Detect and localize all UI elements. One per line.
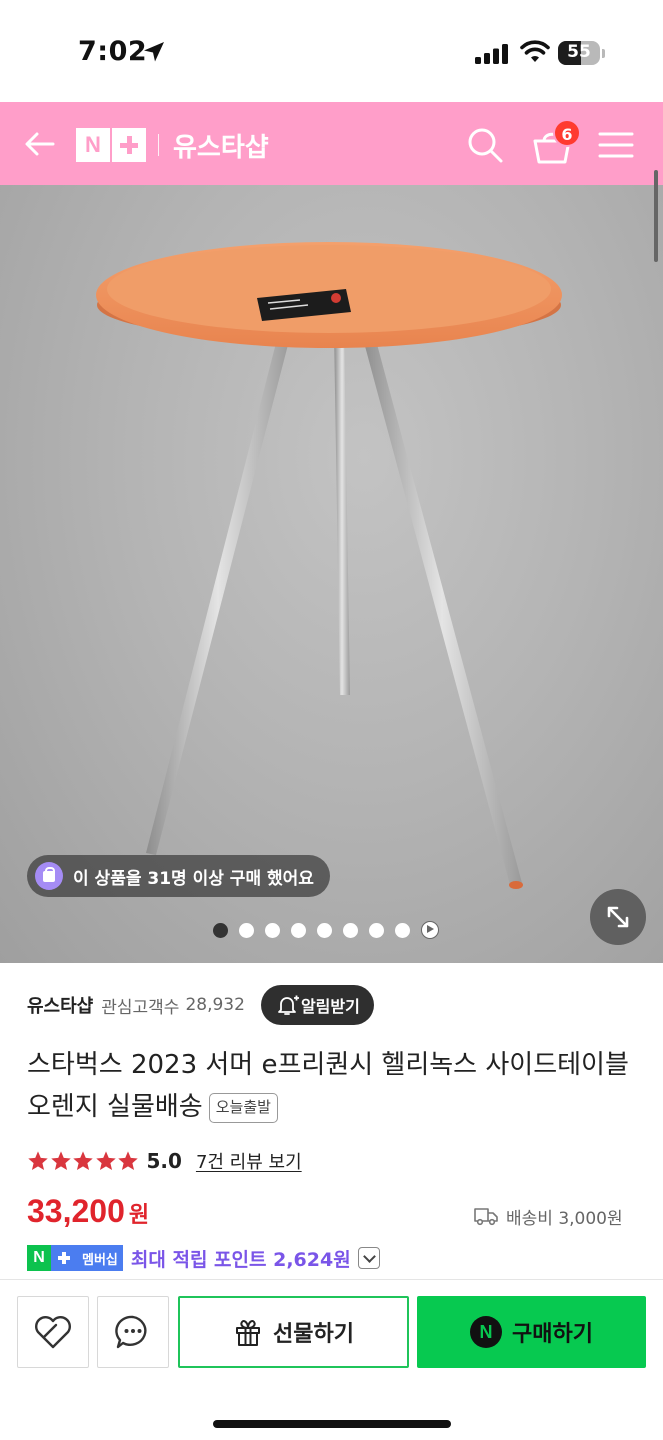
logo-n: N [76, 128, 110, 162]
image-pagination [213, 921, 450, 939]
location-arrow-icon [144, 42, 164, 62]
alarm-label: 알림받기 [300, 997, 360, 1016]
naver-plus-logo[interactable]: N [76, 128, 146, 162]
fans-label: 관심고객수 [101, 997, 180, 1018]
play-icon[interactable] [421, 921, 439, 939]
membership-label: 멤버십 [77, 1245, 123, 1271]
membership-n: N [27, 1245, 51, 1271]
battery-level: 55 [567, 42, 591, 62]
star-icon [50, 1151, 71, 1170]
star-icon [95, 1151, 116, 1170]
status-time: 7:02 [78, 36, 148, 67]
pagination-dot[interactable] [395, 922, 410, 938]
pagination-dot[interactable] [369, 922, 384, 938]
expand-icon[interactable] [590, 889, 646, 945]
cart-count-badge: 6 [553, 119, 581, 147]
price-currency: 원 [128, 1203, 150, 1228]
gift-button[interactable]: 선물하기 [178, 1296, 409, 1368]
today-shipping-badge: 오늘출발 [208, 1093, 278, 1123]
buy-label: 구매하기 [512, 1322, 593, 1347]
points-row: N 멤버십 최대 적립 포인트 2,624원 [27, 1244, 380, 1272]
price: 33,200 [27, 1193, 125, 1229]
signal-icon [475, 44, 508, 64]
membership-plus-icon [51, 1245, 77, 1271]
seller-row: 유스타샵 관심고객수 28,932 알림받기 [27, 985, 374, 1025]
bell-plus-icon [278, 995, 299, 1015]
product-title-text: 스타벅스 2023 서머 e프리퀀시 헬리녹스 사이드테이블 오렌지 실물배송 [27, 1050, 629, 1122]
status-bar: 7:02 55 [0, 0, 663, 102]
pagination-dot[interactable] [343, 922, 358, 938]
buy-button[interactable]: N 구매하기 [417, 1296, 646, 1368]
battery-icon: 55 [558, 41, 606, 66]
scrollbar[interactable] [654, 170, 658, 262]
star-icon [28, 1151, 48, 1170]
back-arrow-icon[interactable] [22, 126, 58, 162]
heart-icon [35, 1316, 71, 1349]
pagination-dot[interactable] [213, 922, 228, 938]
chevron-down-icon[interactable] [357, 1247, 380, 1269]
shipping-text: 배송비 3,000원 [506, 1208, 623, 1229]
seller-name[interactable]: 유스타샵 [27, 992, 93, 1018]
pagination-dot[interactable] [239, 922, 254, 938]
search-icon[interactable] [466, 126, 504, 164]
buyers-notice-text: 이 상품을 31명 이상 구매 했어요 [73, 868, 314, 889]
wish-button[interactable] [17, 1296, 89, 1368]
points-text: 최대 적립 포인트 2,624원 [130, 1248, 351, 1271]
alarm-button[interactable]: 알림받기 [260, 985, 374, 1025]
logo-plus-icon [112, 128, 146, 162]
wifi-icon [520, 40, 550, 62]
rating-value: 5.0 [146, 1149, 182, 1173]
review-link[interactable]: 7건 리뷰 보기 [196, 1148, 302, 1174]
menu-icon[interactable] [598, 130, 634, 160]
star-rating [27, 1150, 140, 1172]
bottom-action-bar: 선물하기 N 구매하기 [0, 1279, 663, 1440]
rating-row: 5.0 7건 리뷰 보기 [27, 1146, 302, 1176]
pagination-dot[interactable] [265, 922, 280, 938]
gift-label: 선물하기 [273, 1322, 354, 1347]
home-indicator [213, 1420, 451, 1428]
price-row: 33,200 원 [27, 1193, 149, 1239]
naver-pay-icon: N [470, 1316, 503, 1348]
header-divider [158, 134, 159, 156]
star-icon [118, 1151, 138, 1170]
side-table-photo [96, 242, 562, 889]
membership-badge: N 멤버십 [27, 1245, 123, 1271]
fans-count: 28,932 [185, 995, 245, 1015]
pagination-dot[interactable] [291, 922, 306, 938]
talk-button[interactable] [97, 1296, 169, 1368]
chat-bubble-icon [115, 1315, 147, 1349]
buyers-notice: 이 상품을 31명 이상 구매 했어요 [27, 855, 330, 897]
product-title: 스타벅스 2023 서머 e프리퀀시 헬리녹스 사이드테이블 오렌지 실물배송 오… [27, 1044, 637, 1128]
star-icon [73, 1151, 93, 1170]
product-image[interactable] [0, 185, 663, 963]
gift-icon [236, 1319, 261, 1346]
truck-icon [474, 1208, 498, 1226]
shipping-fee: 배송비 3,000원 [474, 1202, 623, 1230]
shopping-bag-icon [35, 862, 63, 890]
shop-name[interactable]: 유스타샵 [173, 127, 269, 164]
pagination-dot[interactable] [317, 922, 332, 938]
